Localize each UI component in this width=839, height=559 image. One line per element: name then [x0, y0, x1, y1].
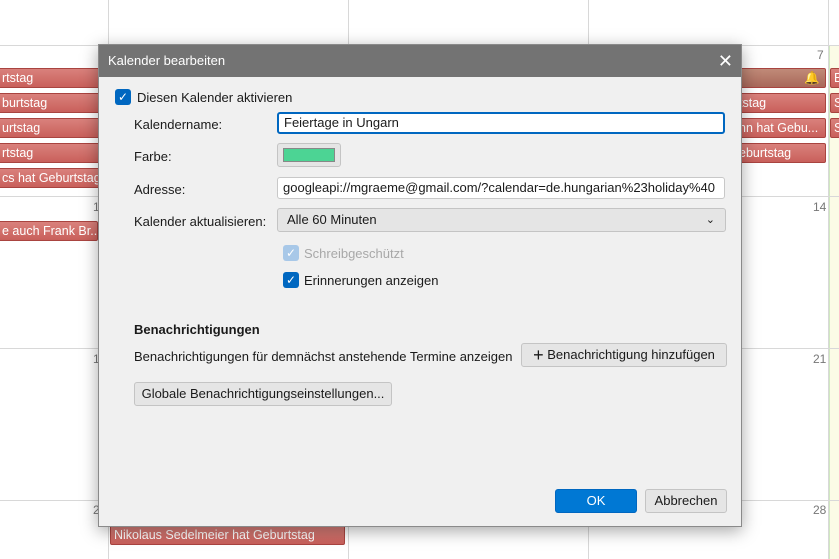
event[interactable]: S [830, 93, 839, 113]
event[interactable]: eburtstag [735, 143, 826, 163]
day-number: 28 [813, 503, 827, 517]
close-icon[interactable]: ✕ [718, 45, 733, 77]
ok-button[interactable]: OK [555, 489, 637, 513]
add-notification-label: Benachrichtigung hinzufügen [547, 347, 715, 362]
event[interactable]: burtstag [0, 93, 100, 113]
day-number: 7 [817, 48, 824, 62]
event[interactable]: nn hat Gebu... [735, 118, 826, 138]
day-number: 21 [813, 352, 827, 366]
event[interactable]: E [830, 68, 839, 88]
readonly-label: Schreibgeschützt [304, 246, 404, 261]
address-label: Adresse: [134, 182, 186, 197]
event[interactable]: tstag [735, 93, 826, 113]
event[interactable]: cs hat Geburtstag [0, 168, 100, 188]
event[interactable]: rtstag [0, 68, 100, 88]
address-input[interactable]: googleapi://mgraeme@gmail.com/?calendar=… [277, 177, 725, 199]
notifications-text: Benachrichtigungen für demnächst anstehe… [134, 349, 513, 364]
enable-calendar-checkbox[interactable]: ✓ [115, 89, 131, 105]
refresh-value: Alle 60 Minuten [287, 212, 377, 227]
refresh-interval-select[interactable]: Alle 60 Minuten ⌄ [277, 208, 726, 232]
notifications-heading: Benachrichtigungen [134, 322, 260, 337]
event[interactable]: urtstag [0, 118, 100, 138]
color-picker[interactable] [277, 143, 341, 167]
refresh-label: Kalender aktualisieren: [134, 214, 267, 229]
plus-icon: + [533, 345, 544, 365]
bell-icon: 🔔 [804, 71, 820, 85]
name-label: Kalendername: [134, 117, 223, 132]
event[interactable]: Nikolaus Sedelmeier hat Geburtstag [110, 525, 345, 545]
event[interactable]: e auch Frank Br... [0, 221, 98, 241]
readonly-checkbox[interactable]: ✓ [283, 245, 299, 261]
color-label: Farbe: [134, 149, 172, 164]
show-reminders-checkbox[interactable]: ✓ [283, 272, 299, 288]
dialog-title: Kalender bearbeiten [108, 53, 226, 68]
dialog-titlebar: Kalender bearbeiten ✕ [99, 45, 741, 77]
global-notification-settings-button[interactable]: Globale Benachrichtigungseinstellungen..… [134, 382, 392, 406]
event[interactable]: S [830, 118, 839, 138]
event-with-reminder[interactable]: 🔔 [735, 68, 826, 88]
add-notification-button[interactable]: + Benachrichtigung hinzufügen [521, 343, 727, 367]
cancel-button[interactable]: Abbrechen [645, 489, 727, 513]
show-reminders-label: Erinnerungen anzeigen [304, 273, 439, 288]
enable-calendar-label: Diesen Kalender aktivieren [137, 90, 293, 105]
day-number: 14 [813, 200, 827, 214]
event[interactable]: rtstag [0, 143, 100, 163]
chevron-down-icon: ⌄ [705, 214, 715, 226]
calendar-name-input[interactable]: Feiertage in Ungarn [277, 112, 725, 134]
edit-calendar-dialog: Kalender bearbeiten ✕ ✓ Diesen Kalender … [98, 44, 742, 527]
color-swatch [283, 148, 335, 162]
grid-line [828, 0, 829, 559]
